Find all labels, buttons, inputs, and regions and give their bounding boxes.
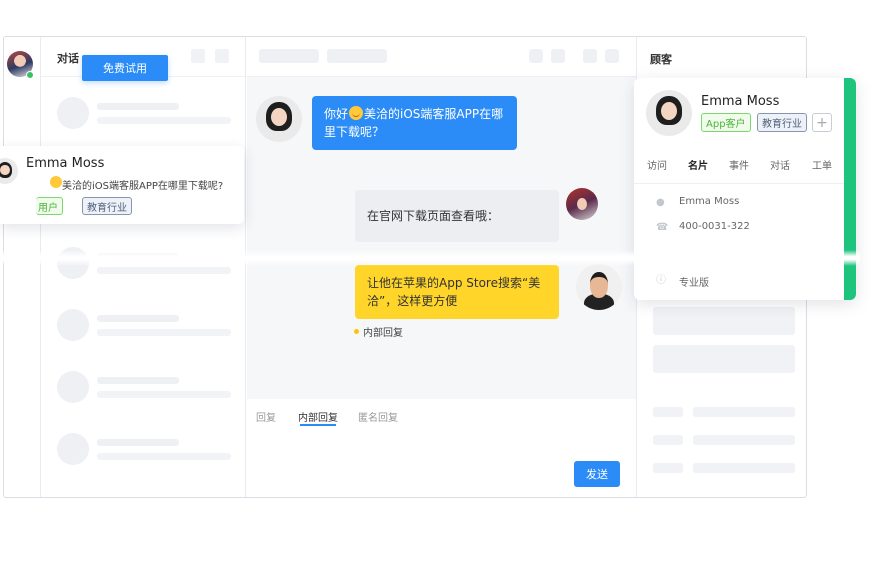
- internal-message-text: 让他在苹果的App Store搜索“美洽”，这样更方便: [367, 276, 541, 308]
- internal-note-dot: [354, 329, 359, 334]
- tab-tickets[interactable]: 工单: [812, 157, 832, 172]
- field-plan: 专业版: [679, 278, 709, 289]
- tab-profile[interactable]: 名片: [688, 157, 708, 172]
- tab-anonymous-reply[interactable]: 匿名回复: [358, 409, 398, 424]
- customer-avatar: [256, 96, 302, 142]
- placeholder-block: [693, 463, 795, 473]
- tag-app-customer[interactable]: App客户: [701, 113, 751, 132]
- tag-icon[interactable]: [551, 49, 565, 63]
- chat-header-title-placeholder: [259, 49, 319, 63]
- smile-emoji-icon: [349, 106, 364, 120]
- preview-avatar: [0, 158, 18, 184]
- tab-conversations[interactable]: 对话: [770, 157, 790, 172]
- agent-message-bubble: 在官网下载页面查看哦：: [355, 190, 559, 242]
- decorative-fade-band: [0, 250, 860, 266]
- placeholder-block: [653, 407, 683, 417]
- customer-message-bubble: 你好 美洽的iOS端客服APP在哪里下载呢？: [312, 96, 517, 150]
- tab-reply[interactable]: 回复: [256, 409, 276, 424]
- send-button[interactable]: 发送: [574, 461, 620, 487]
- close-icon[interactable]: [605, 49, 619, 63]
- list-item[interactable]: [57, 97, 237, 131]
- placeholder-block: [653, 345, 795, 373]
- card-divider: [634, 183, 844, 184]
- transfer-icon[interactable]: [529, 49, 543, 63]
- preview-tag-education: 教育行业: [82, 197, 132, 215]
- colleague-avatar: [576, 264, 622, 310]
- customer-panel-title: 顾客: [650, 53, 672, 66]
- preview-tag-user-label: 用户: [38, 202, 58, 214]
- online-status-dot: [26, 71, 34, 79]
- conversation-list-title: 对话: [57, 52, 79, 65]
- user-icon: ●: [656, 197, 665, 208]
- agent-message-avatar: [566, 188, 598, 220]
- placeholder-block: [653, 463, 683, 473]
- tab-visits[interactable]: 访问: [647, 157, 667, 172]
- preview-message: 美洽的iOS端客服APP在哪里下载呢?: [62, 181, 224, 192]
- placeholder-block: [653, 435, 683, 445]
- internal-note-label: 内部回复: [354, 324, 403, 339]
- list-item[interactable]: [57, 371, 237, 405]
- agent-message-text: 在官网下载页面查看哦：: [367, 209, 500, 223]
- tag-education[interactable]: 教育行业: [757, 113, 807, 132]
- chat-preview-card[interactable]: Emma Moss 美洽的iOS端客服APP在哪里下载呢? 用户 教育行业: [0, 146, 244, 224]
- preview-customer-name: Emma Moss: [26, 156, 105, 171]
- internal-message-bubble: 让他在苹果的App Store搜索“美洽”，这样更方便: [355, 265, 559, 319]
- chat-header: [247, 37, 636, 77]
- search-icon[interactable]: [215, 49, 229, 63]
- list-item[interactable]: [57, 309, 237, 343]
- placeholder-block: [693, 435, 795, 445]
- placeholder-block: [653, 307, 795, 335]
- customer-card-avatar: [646, 90, 692, 136]
- field-phone: 400-0031-322: [679, 221, 750, 232]
- preview-tag-user: 用户: [36, 197, 63, 215]
- customer-name: Emma Moss: [701, 94, 780, 109]
- tab-internal-reply[interactable]: 内部回复: [298, 409, 338, 424]
- internal-note-text: 内部回复: [363, 328, 403, 339]
- active-tab-indicator: [300, 424, 336, 426]
- conversation-list: 对话: [40, 37, 246, 497]
- preview-emoji-icon: [50, 176, 62, 188]
- list-item[interactable]: [57, 433, 237, 467]
- tab-events[interactable]: 事件: [729, 157, 749, 172]
- phone-icon: ☎: [656, 222, 669, 233]
- message-text-start: 你好: [324, 107, 349, 121]
- card-accent-bar: [844, 78, 856, 300]
- chat-header-subtitle-placeholder: [327, 49, 387, 63]
- filter-icon[interactable]: [191, 49, 205, 63]
- placeholder-block: [693, 407, 795, 417]
- free-trial-button[interactable]: 免费试用: [82, 55, 168, 81]
- left-rail: [4, 37, 40, 497]
- more-icon[interactable]: [583, 49, 597, 63]
- field-name: Emma Moss: [679, 196, 740, 207]
- add-tag-button[interactable]: +: [812, 113, 832, 132]
- info-icon: ⓘ: [656, 275, 666, 286]
